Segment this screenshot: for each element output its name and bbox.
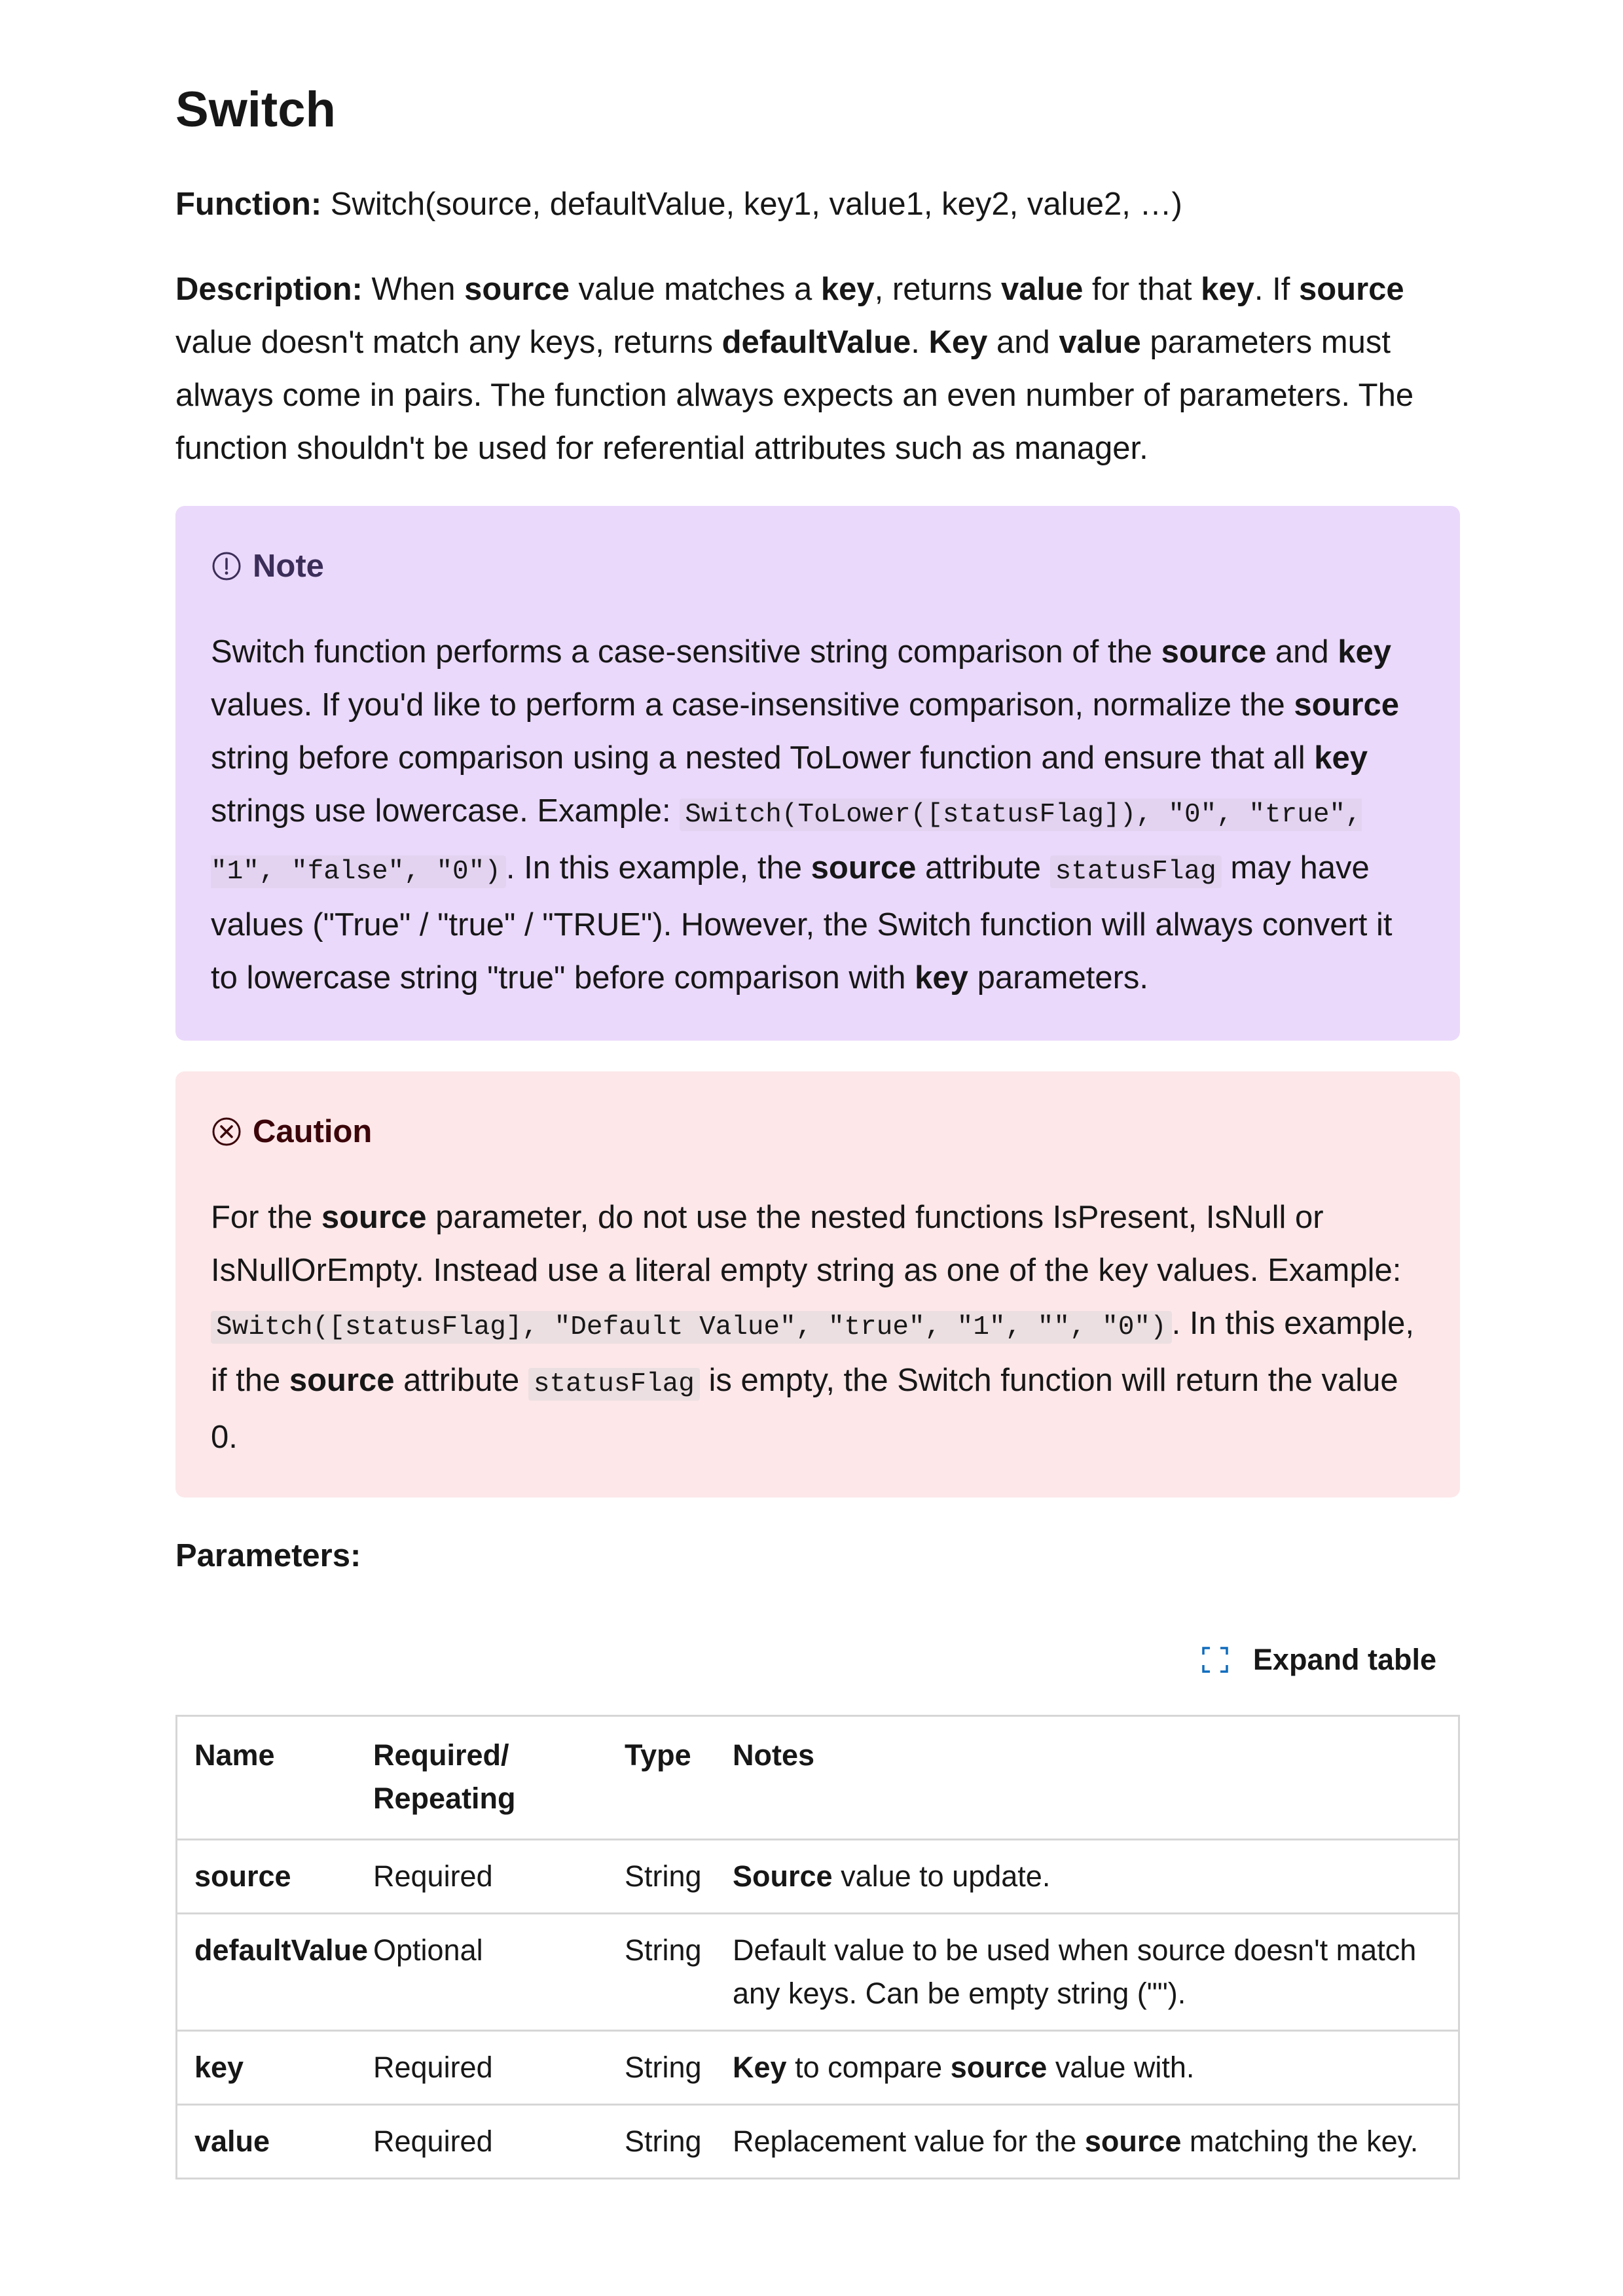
description-bold: Key <box>928 325 988 360</box>
cell-notes-text: value with. <box>1055 2051 1195 2084</box>
description-bold: value <box>1059 325 1141 360</box>
description-text: value matches a <box>578 272 812 307</box>
caution-text: For the <box>211 1200 313 1235</box>
cell-notes-bold: Source <box>733 1859 833 1893</box>
note-bold: source <box>811 850 917 886</box>
column-header-type: Type <box>625 1715 733 1840</box>
column-header-notes: Notes <box>733 1715 1459 1840</box>
column-header-required: Required/ Repeating <box>373 1715 625 1840</box>
column-header-required-text: Required/ Repeating <box>373 1738 516 1815</box>
caution-heading: Caution <box>211 1112 372 1151</box>
note-text: values. If you'd like to perform a case-… <box>211 687 1285 723</box>
cell-notes-text: Replacement value for the <box>733 2125 1077 2158</box>
cell-notes-text: matching the key. <box>1189 2125 1419 2158</box>
parameters-table: Name Required/ Repeating Type Notes sour… <box>175 1715 1460 2179</box>
cell-required: Required <box>373 2030 625 2106</box>
cell-type: String <box>625 1913 733 2032</box>
caution-body: For the source parameter, do not use the… <box>211 1191 1425 1464</box>
note-heading: Note <box>211 547 324 586</box>
description-bold: defaultValue <box>721 325 911 360</box>
function-label: Function: <box>175 187 322 222</box>
table-row: source Required String Source value to u… <box>176 1839 1459 1914</box>
column-header-name: Name <box>176 1715 373 1840</box>
parameters-heading: Parameters: <box>175 1538 361 1573</box>
cell-notes-text: value to update. <box>841 1859 1051 1893</box>
cell-notes-bold: Key <box>733 2051 787 2084</box>
error-circle-icon <box>212 1117 241 1146</box>
cell-name: defaultValue <box>176 1913 373 2032</box>
cell-notes: Default value to be used when source doe… <box>733 1913 1459 2032</box>
description-text: . If <box>1254 272 1290 307</box>
note-text: strings use lowercase. Example: <box>211 793 671 829</box>
page-title: Switch <box>175 82 336 137</box>
caution-code-example: Switch([statusFlag], "Default Value", "t… <box>211 1311 1172 1344</box>
description-bold: source <box>1298 272 1404 307</box>
description-bold: key <box>1201 272 1254 307</box>
cell-type: String <box>625 1839 733 1914</box>
caution-heading-text: Caution <box>253 1114 373 1149</box>
cell-notes-text: to compare <box>795 2051 943 2084</box>
caution-bold: source <box>289 1363 395 1398</box>
note-body: Switch function performs a case-sensitiv… <box>211 626 1425 1005</box>
cell-required: Optional <box>373 1913 625 2032</box>
cell-name: value <box>176 2104 373 2179</box>
cell-notes: Source value to update. <box>733 1839 1459 1914</box>
description-bold: value <box>1001 272 1084 307</box>
cell-required: Required <box>373 1839 625 1914</box>
description: Description: When source value matches a… <box>175 263 1460 475</box>
table-header-row: Name Required/ Repeating Type Notes <box>176 1715 1459 1840</box>
cell-type: String <box>625 2104 733 2179</box>
caution-code-attribute: statusFlag <box>528 1368 700 1401</box>
note-text: . In this example, the <box>505 850 803 886</box>
note-heading-text: Note <box>253 548 324 584</box>
cell-name: key <box>176 2030 373 2106</box>
cell-notes: Key to compare source value with. <box>733 2030 1459 2106</box>
cell-notes-bold: source <box>1084 2125 1182 2158</box>
description-text: , returns <box>874 272 993 307</box>
description-text: for that <box>1091 272 1192 307</box>
note-alert: Note Switch function performs a case-sen… <box>175 506 1460 1041</box>
cell-name: source <box>176 1839 373 1914</box>
note-bold: source <box>1161 634 1267 670</box>
info-circle-icon <box>212 552 241 581</box>
caution-bold: source <box>321 1200 427 1235</box>
description-text: and <box>996 325 1050 360</box>
expand-icon <box>1202 1647 1228 1673</box>
description-bold: source <box>464 272 570 307</box>
description-bold: key <box>820 272 875 307</box>
cell-required: Required <box>373 2104 625 2179</box>
note-code-attribute: statusFlag <box>1049 855 1222 888</box>
note-text: and <box>1275 634 1329 670</box>
note-bold: key <box>915 960 968 996</box>
description-label: Description: <box>175 272 363 307</box>
cell-notes: Replacement value for the source matchin… <box>733 2104 1459 2179</box>
table-row: value Required String Replacement value … <box>176 2104 1459 2179</box>
caution-alert: Caution For the source parameter, do not… <box>175 1071 1460 1498</box>
cell-notes-bold: source <box>950 2051 1048 2084</box>
table-row: key Required String Key to compare sourc… <box>176 2030 1459 2106</box>
expand-table-label: Expand table <box>1252 1643 1436 1676</box>
cell-type: String <box>625 2030 733 2106</box>
expand-table-button[interactable]: Expand table <box>1201 1643 1436 1677</box>
note-text: attribute <box>924 850 1042 886</box>
function-signature-text: Switch(source, defaultValue, key1, value… <box>330 187 1182 222</box>
function-signature: Function: Switch(source, defaultValue, k… <box>175 178 1460 231</box>
note-bold: source <box>1294 687 1400 723</box>
note-text: parameters. <box>977 960 1148 996</box>
table-row: defaultValue Optional String Default val… <box>176 1913 1459 2032</box>
note-text: string before comparison using a nested … <box>211 740 1305 776</box>
description-text: value doesn't match any keys, returns <box>175 325 713 360</box>
caution-text: attribute <box>403 1363 520 1398</box>
description-text: . <box>911 325 920 360</box>
note-bold: key <box>1338 634 1392 670</box>
note-bold: key <box>1314 740 1368 776</box>
note-text: Switch function performs a case-sensitiv… <box>211 634 1152 670</box>
description-text: When <box>371 272 456 307</box>
